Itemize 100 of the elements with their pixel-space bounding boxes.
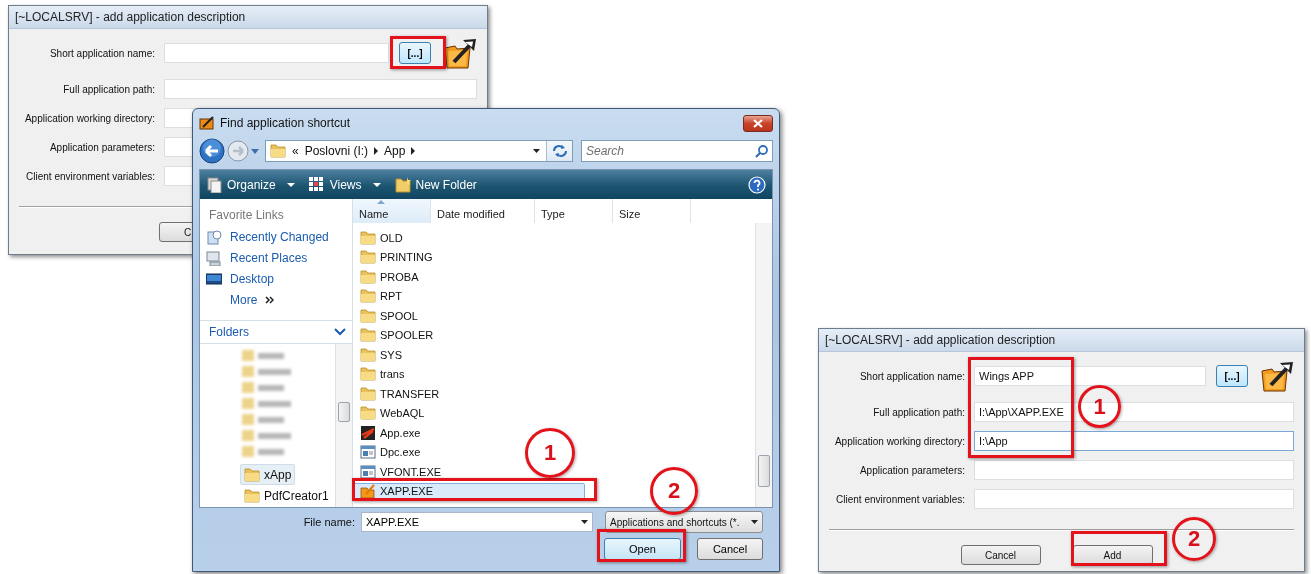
program-icon [360, 444, 376, 461]
file-item[interactable]: SPOOLER [353, 326, 439, 344]
browse-button[interactable]: [...] [399, 42, 431, 64]
file-item[interactable]: PRINTING [353, 248, 438, 266]
pages-icon [206, 176, 222, 193]
file-item[interactable]: App.exe [353, 424, 426, 442]
field-label: Application working directory: [833, 435, 966, 447]
column-header[interactable]: Name [353, 199, 431, 223]
folder-icon [360, 366, 376, 383]
sort-arrow-icon [377, 200, 385, 204]
file-item[interactable]: SYS [353, 346, 407, 364]
file-item[interactable]: RPT [353, 287, 407, 305]
scrollbar[interactable] [755, 223, 772, 507]
folder-icon [360, 268, 376, 285]
scrollbar[interactable] [335, 344, 352, 507]
file-name-field[interactable]: XAPP.EXE [361, 512, 593, 532]
file-item[interactable]: WebAQL [353, 404, 430, 422]
field-label: File name: [303, 516, 355, 528]
field-label: Application working directory: [23, 112, 156, 124]
folder-icon [360, 346, 376, 363]
refresh-button[interactable] [546, 141, 572, 161]
folder-icon [360, 385, 376, 402]
close-icon [753, 118, 763, 128]
step-marker: 2 [1172, 517, 1216, 561]
folder-icon [270, 143, 286, 159]
help-icon[interactable] [748, 175, 766, 194]
step-marker: 2 [650, 467, 698, 515]
field-label: Short application name: [858, 370, 966, 382]
folder-icon [360, 327, 376, 344]
step-marker: 1 [525, 428, 575, 478]
search-field[interactable]: Search [581, 140, 773, 162]
field-label: Application parameters: [48, 141, 156, 153]
caret-icon [372, 182, 381, 187]
step-marker: 1 [1078, 385, 1121, 428]
folder-arrow-icon [1260, 360, 1294, 392]
file-item[interactable]: OLD [353, 229, 408, 247]
file-item[interactable]: trans [353, 365, 410, 383]
refresh-icon [551, 143, 568, 159]
field-label: Application parameters: [858, 464, 966, 476]
search-icon[interactable] [755, 145, 768, 158]
toolbar-button[interactable]: Organize [206, 176, 295, 193]
folder-icon [360, 288, 376, 305]
file-item[interactable]: TRANSFER [353, 385, 445, 403]
window-title: Find application shortcut [220, 116, 351, 130]
chevron-icon[interactable] [411, 147, 416, 155]
open-button[interactable]: Open [604, 538, 681, 560]
text-field[interactable] [974, 460, 1294, 480]
field-label: Full application path: [872, 406, 966, 418]
close-button[interactable] [743, 114, 773, 132]
file-item[interactable]: Dpc.exe [353, 443, 426, 461]
breadcrumb-item[interactable]: App [384, 144, 406, 158]
computer-icon [206, 249, 222, 266]
folder-icon [360, 307, 376, 324]
address-bar[interactable]: « Poslovni (I:) App [265, 140, 573, 162]
back-button[interactable] [199, 138, 225, 164]
text-field[interactable] [164, 43, 389, 63]
file-item[interactable]: SPOOL [353, 307, 423, 325]
grid-icon [308, 176, 325, 193]
browse-button[interactable]: [...] [1216, 365, 1248, 387]
toolbar-button[interactable]: New Folder [394, 176, 477, 193]
application-icon [360, 424, 376, 441]
file-item[interactable]: VFONT.EXE [353, 463, 447, 481]
field-label: Short application name: [48, 47, 156, 59]
tree-item[interactable]: PdfCreator1 [240, 485, 333, 506]
highlight-frame [390, 36, 446, 69]
field-label: Full application path: [62, 83, 156, 95]
breadcrumb-item[interactable]: Poslovni (I:) [304, 144, 369, 158]
file-item[interactable]: PROBA [353, 268, 424, 286]
text-field[interactable]: I:\App [974, 431, 1294, 451]
caret-icon[interactable] [533, 149, 540, 153]
caret-icon [751, 520, 758, 524]
text-field[interactable] [974, 489, 1294, 509]
field-label: Client environment variables: [25, 170, 156, 182]
folder-icon [360, 405, 376, 422]
breadcrumb-item[interactable]: « [292, 144, 299, 158]
favorite-link[interactable]: Recent Places [206, 249, 352, 266]
folders-header[interactable]: Folders [200, 320, 352, 344]
toolbar-button[interactable]: Views [308, 176, 381, 193]
recent-document-icon [206, 228, 222, 245]
cancel-button[interactable]: Cancel [697, 538, 763, 560]
cancel-button[interactable]: Cancel [960, 545, 1041, 565]
text-field[interactable]: Wings APP [974, 366, 1206, 386]
double-chevron-icon [265, 295, 275, 304]
folder-arrow-icon [443, 37, 477, 69]
field-label: Client environment variables: [835, 493, 966, 505]
launcher-icon [360, 483, 376, 500]
new-folder-icon [394, 176, 411, 193]
favorite-link[interactable]: Desktop [206, 270, 352, 287]
text-field[interactable] [164, 79, 477, 99]
window-title: [~LOCALSRV] - add application description [15, 10, 246, 24]
chevron-icon[interactable] [374, 147, 379, 155]
tree-item[interactable]: xApp [240, 464, 296, 485]
folder-icon [360, 229, 376, 246]
chevron-icon [334, 328, 346, 336]
favorite-link[interactable]: Recently Changed [206, 228, 352, 245]
more-link[interactable]: More [206, 291, 352, 308]
caret-icon [286, 182, 295, 187]
folder-icon [360, 249, 376, 266]
folder-icon [244, 487, 260, 504]
app-icon [199, 115, 215, 131]
